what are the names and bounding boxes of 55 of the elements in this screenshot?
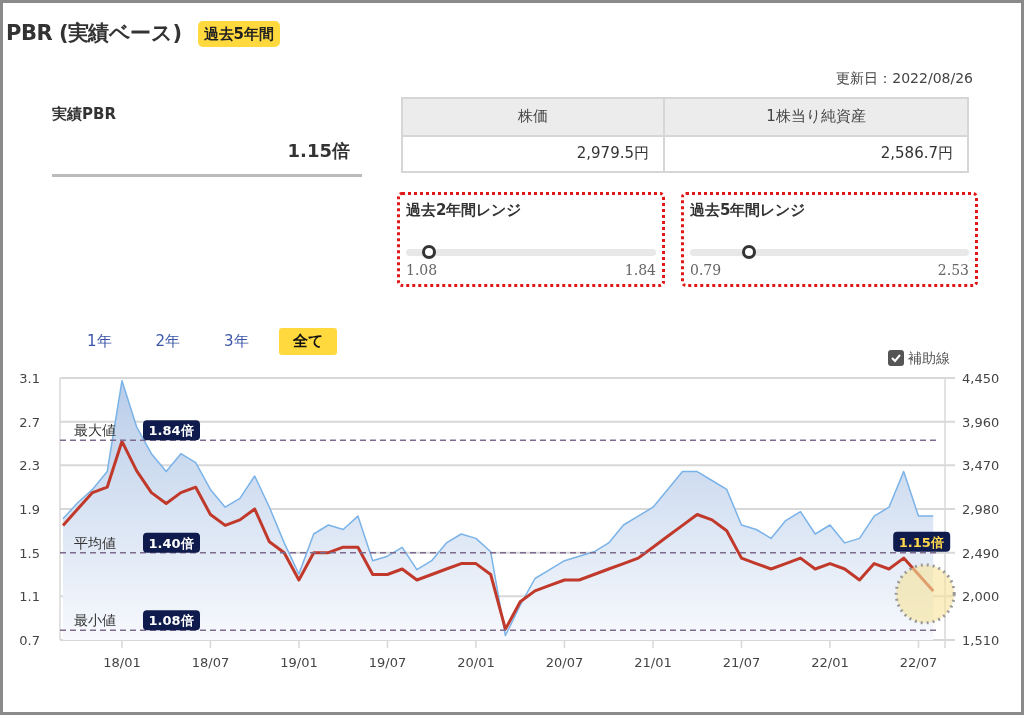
x-axis-label: 20/07: [545, 654, 584, 670]
y-axis-label: 0.7: [19, 632, 40, 648]
pbr-label: 実績PBR: [52, 103, 117, 125]
range-min: 0.79: [690, 261, 722, 280]
checkbox[interactable]: [888, 350, 904, 366]
range-title: 過去5年間レンジ: [690, 199, 807, 221]
x-axis-label: 18/07: [191, 654, 230, 670]
annotation: 1.40倍: [148, 535, 194, 551]
table-cell: 2,979.5円: [402, 135, 665, 172]
annotation: 1.15倍: [898, 534, 944, 550]
y-axis-label: 1.9: [19, 501, 40, 517]
pbr-value: 1.15倍: [287, 139, 350, 163]
update-date: 更新日：2022/08/26: [836, 68, 973, 88]
y-axis-label: 3.1: [19, 370, 40, 386]
reference-label: 最小値: [74, 611, 116, 628]
y-axis-label: 2.3: [19, 457, 40, 473]
right-axis-label: 3,470: [962, 457, 1000, 473]
table-cell: 2,586.7円: [664, 135, 968, 172]
x-axis-label: 21/01: [634, 654, 672, 670]
reference-label: 平均値: [74, 534, 116, 551]
annotation: 1.84倍: [148, 422, 194, 438]
x-axis-label: 18/01: [103, 654, 141, 670]
period-badge: 過去5年間: [197, 20, 280, 47]
period-tab[interactable]: 3年: [210, 328, 263, 355]
right-axis-label: 3,960: [962, 414, 1000, 430]
x-axis-label: 22/01: [811, 654, 849, 670]
right-axis-label: 2,490: [962, 545, 1000, 561]
column-header: 株価: [402, 97, 665, 136]
right-axis-label: 2,980: [962, 501, 1000, 517]
column-header: 1株当り純資産: [664, 97, 968, 136]
period-tab[interactable]: 2年: [141, 328, 195, 355]
range-title: 過去2年間レンジ: [406, 199, 523, 221]
period-tab[interactable]: 1年: [73, 328, 126, 355]
current-value-badge: 1.15倍: [893, 531, 951, 552]
period-tab[interactable]: 全て: [278, 328, 337, 355]
x-axis-label: 21/07: [722, 654, 761, 670]
x-axis-label: 22/07: [899, 654, 938, 670]
x-axis-label: 19/01: [280, 654, 318, 670]
right-axis-label: 2,000: [962, 588, 1000, 604]
y-axis-label: 1.1: [19, 588, 40, 604]
range-max: 2.53: [937, 261, 969, 280]
y-axis-label: 1.5: [19, 545, 40, 561]
checkbox-label: 補助線: [908, 348, 950, 368]
highlight-circle: [894, 562, 956, 624]
right-axis-label: 1,510: [962, 632, 1000, 648]
reference-badge: 1.40倍: [143, 532, 200, 553]
annotation: 1.08倍: [148, 612, 194, 628]
x-axis-label: 20/01: [457, 654, 495, 670]
range-min: 1.08: [406, 261, 438, 280]
y-axis-label: 2.7: [19, 414, 40, 430]
reference-badge: 1.84倍: [143, 419, 200, 440]
right-axis-label: 4,450: [962, 370, 1000, 386]
range-max: 1.84: [624, 261, 656, 280]
x-axis-label: 19/07: [368, 654, 407, 670]
page-title: PBR (実績ベース): [6, 20, 182, 47]
